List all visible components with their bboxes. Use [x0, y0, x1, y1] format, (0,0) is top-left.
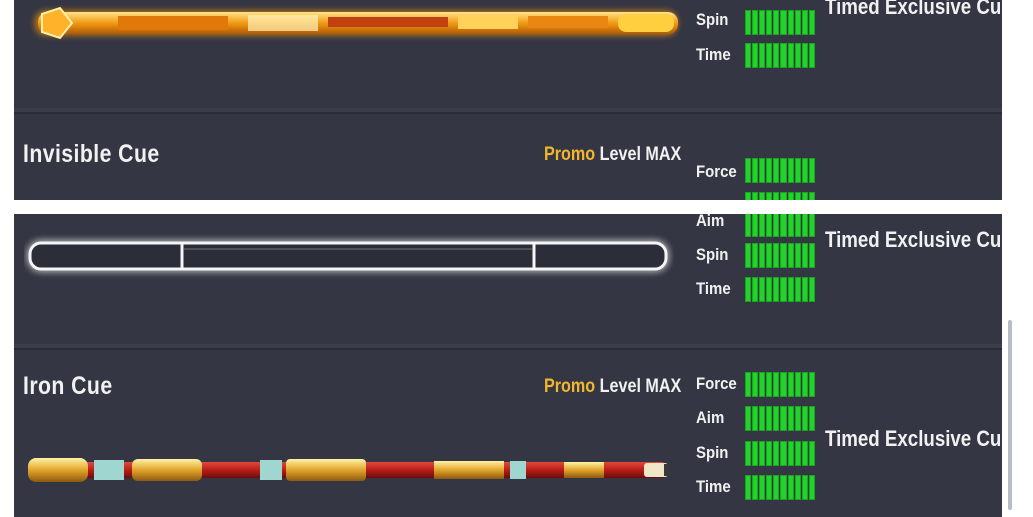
stat-label-force: Force	[696, 374, 737, 393]
promo-tag: Promo	[544, 376, 596, 397]
stat-label-force: Force	[696, 162, 737, 181]
spin-stat-bar	[745, 243, 815, 268]
stat-label-aim: Aim	[696, 214, 725, 230]
stat-label-spin: Spin	[696, 10, 729, 29]
time-stat-bar	[745, 277, 815, 302]
cue-card-iron[interactable]: Iron Cue Promo Level MAX Force Aim Spin …	[14, 348, 1002, 517]
promo-level-label: Promo Level MAX	[544, 144, 681, 166]
golden-cue-image	[34, 6, 678, 40]
aim-stat-bar	[745, 406, 815, 431]
level-label: Level MAX	[599, 144, 682, 165]
timed-exclusive-label: Timed Exclusive Cue	[825, 227, 1002, 252]
stat-label-time: Time	[696, 477, 731, 496]
cue-name: Invisible Cue	[23, 140, 160, 168]
iron-cue-image	[28, 458, 670, 482]
aim-stat-bar-cut	[745, 192, 815, 200]
cue-card-invisible-body[interactable]: Aim Spin Time Timed Exclusive Cue	[14, 214, 1002, 344]
cue-name: Iron Cue	[23, 372, 113, 400]
timed-exclusive-label: Timed Exclusive Cue	[825, 0, 1002, 19]
level-label: Level MAX	[599, 376, 682, 397]
stat-label-spin: Spin	[696, 245, 729, 264]
cue-list-panel-bottom: Aim Spin Time Timed Exclusive Cue Iron C…	[14, 214, 1002, 517]
stat-label-time: Time	[696, 279, 731, 298]
force-stat-bar	[745, 372, 815, 397]
spin-stat-bar	[745, 10, 815, 35]
time-stat-bar	[745, 475, 815, 500]
force-stat-bar	[745, 158, 815, 183]
invisible-cue-image	[27, 240, 669, 272]
time-stat-bar	[745, 43, 815, 68]
aim-stat-bar	[745, 214, 815, 237]
stat-label-time: Time	[696, 45, 731, 64]
cue-card-invisible-header[interactable]: Invisible Cue Promo Level MAX Force	[14, 112, 1002, 200]
timed-exclusive-label: Timed Exclusive Cue	[825, 426, 1002, 451]
scrollbar[interactable]	[1008, 320, 1012, 510]
cue-list-panel-top: Spin Time Timed Exclusive Cue Invisible …	[14, 0, 1002, 200]
spin-stat-bar	[745, 441, 815, 466]
stat-label-aim: Aim	[696, 408, 725, 427]
stat-label-spin: Spin	[696, 443, 729, 462]
promo-level-label: Promo Level MAX	[544, 376, 681, 398]
promo-tag: Promo	[544, 144, 596, 165]
cue-card-previous[interactable]: Spin Time Timed Exclusive Cue	[14, 0, 1002, 108]
